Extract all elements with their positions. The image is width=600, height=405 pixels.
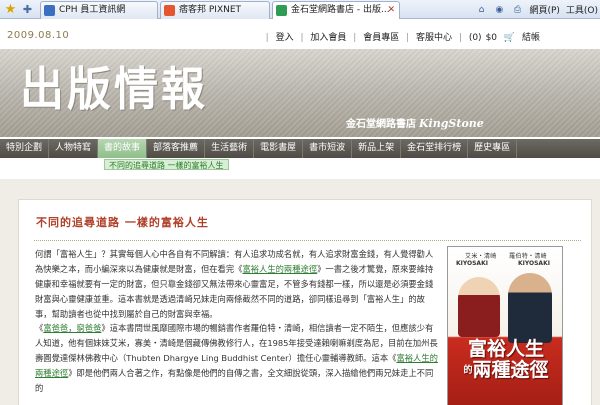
cart-count: (0) bbox=[468, 33, 482, 43]
page-menu[interactable]: 網頁(P) bbox=[529, 3, 559, 16]
book-link-rich-dad[interactable]: 富爸爸，窮爸爸 bbox=[43, 323, 101, 333]
banner: 出版情報 金石堂網路書店 KingStone bbox=[0, 49, 600, 137]
nav-item-life-art[interactable]: 生活藝術 bbox=[205, 139, 255, 158]
browser-tab-3[interactable]: 金石堂網路書店 - 出版... ✕ bbox=[272, 1, 400, 20]
cart-icon[interactable]: 🛒 bbox=[504, 33, 515, 43]
tab-label: 金石堂網路書店 - 出版... bbox=[291, 5, 390, 15]
print-icon[interactable]: ⎙ bbox=[511, 4, 523, 16]
browser-tab-bar: ★ ✚ CPH 員工資訊網 痞客邦 PIXNET 金石堂網路書店 - 出版...… bbox=[0, 0, 600, 20]
date-label: 2009.08.10 bbox=[7, 30, 70, 41]
content-area: 不同的追尋道路 一樣的富裕人生 何謂「富裕人生」？其實每個人心中各自有不同解讀：… bbox=[0, 179, 600, 405]
login-link[interactable]: 登入 bbox=[276, 33, 294, 43]
browser-tab-1[interactable]: CPH 員工資訊網 bbox=[40, 1, 158, 19]
web-page: 2009.08.10 | 登入 | 加入會員 | 會員專區 | 客服中心 | (… bbox=[0, 19, 600, 405]
store-name: 金石堂網路書店 bbox=[346, 119, 416, 130]
favorites-star-icon[interactable]: ★ bbox=[3, 2, 18, 17]
site-favicon-icon bbox=[276, 5, 287, 16]
book-author-right: KIYOSAKI bbox=[518, 260, 550, 267]
site-logo[interactable]: 出版情報 bbox=[20, 51, 208, 118]
article-card: 不同的追尋道路 一樣的富裕人生 何謂「富裕人生」？其實每個人心中各自有不同解讀：… bbox=[18, 199, 592, 405]
close-tab-icon[interactable]: ✕ bbox=[387, 2, 395, 18]
sub-nav-article-link[interactable]: 不同的追尋道路 一樣的富裕人生 bbox=[104, 159, 229, 170]
home-icon[interactable]: ⌂ bbox=[475, 4, 487, 16]
site-favicon-icon bbox=[164, 5, 175, 16]
tab-label: CPH 員工資訊網 bbox=[59, 5, 126, 15]
browser-toolbar: ⌂ ◉ ⎙ 網頁(P) 工具(O) bbox=[475, 2, 598, 17]
paragraph-text: 》即是他們兩人合著之作，有點像是他們的自傳之書，全文細說從頭，深入描繪他們兩兄妹… bbox=[35, 368, 434, 393]
book-cover-title: 富裕人生的兩種途徑 bbox=[454, 339, 558, 382]
cart-amount: $0 bbox=[485, 33, 498, 43]
feed-icon[interactable]: ◉ bbox=[493, 4, 505, 16]
title-divider bbox=[34, 240, 581, 241]
nun-portrait bbox=[458, 277, 500, 337]
cover-title-particle: 的 bbox=[463, 365, 473, 376]
join-link[interactable]: 加入會員 bbox=[310, 33, 346, 43]
nav-item-market-news[interactable]: 書市短波 bbox=[303, 139, 353, 158]
tools-menu[interactable]: 工具(O) bbox=[566, 3, 598, 16]
book-authors: 艾米・清崎 羅伯特・清崎 bbox=[465, 253, 547, 260]
banner-subtitle: 金石堂網路書店 KingStone bbox=[346, 115, 484, 130]
nav-item-ranking[interactable]: 金石堂排行榜 bbox=[401, 139, 469, 158]
nav-item-new-arrivals[interactable]: 新品上架 bbox=[352, 139, 402, 158]
nav-item-history[interactable]: 歷史專區 bbox=[468, 139, 518, 158]
tab-label: 痞客邦 PIXNET bbox=[179, 5, 242, 15]
add-favorites-icon[interactable]: ✚ bbox=[20, 2, 35, 17]
header-links: | 登入 | 加入會員 | 會員專區 | 客服中心 | (0) $0 🛒 結帳 bbox=[265, 33, 540, 43]
member-area-link[interactable]: 會員專區 bbox=[363, 33, 399, 43]
book-cover-image[interactable]: 艾米・清崎 羅伯特・清崎 KIYOSAKI KIYOSAKI 富裕人生的兩種途徑 bbox=[447, 246, 563, 405]
main-nav: 特別企劃 人物特寫 書的故事 部落客推薦 生活藝術 電影書屋 書市短波 新品上架… bbox=[0, 139, 600, 158]
nav-item-people[interactable]: 人物特寫 bbox=[49, 139, 99, 158]
top-strip: 2009.08.10 | 登入 | 加入會員 | 會員專區 | 客服中心 | (… bbox=[0, 25, 600, 47]
book-link[interactable]: 富裕人生的兩種途徑 bbox=[242, 264, 317, 274]
nav-item-movie[interactable]: 電影書屋 bbox=[254, 139, 304, 158]
article-title: 不同的追尋道路 一樣的富裕人生 bbox=[36, 216, 209, 229]
article-paragraph-2: 《富爸爸，窮爸爸》這本書問世風靡國際市場的暢銷書作者羅伯特・清崎，相信讀者一定不… bbox=[35, 323, 438, 393]
nav-item-book-story[interactable]: 書的故事 bbox=[98, 139, 148, 158]
browser-tab-2[interactable]: 痞客邦 PIXNET bbox=[160, 1, 270, 19]
article-paragraph-1: 何謂「富裕人生」？其實每個人心中各自有不同解讀：有人追求功成名就，有人追求財富金… bbox=[35, 247, 439, 322]
checkout-link[interactable]: 結帳 bbox=[522, 33, 540, 43]
book-author-left: KIYOSAKI bbox=[456, 260, 488, 267]
nav-item-special[interactable]: 特別企劃 bbox=[0, 139, 50, 158]
sub-nav: 不同的追尋道路 一樣的富裕人生 bbox=[0, 158, 600, 171]
nav-item-blogger[interactable]: 部落客推薦 bbox=[147, 139, 206, 158]
site-favicon-icon bbox=[44, 5, 55, 16]
brand-name: KingStone bbox=[419, 117, 484, 130]
cover-title-line-2: 兩種途徑 bbox=[472, 359, 549, 381]
cover-title-line-1: 富裕人生 bbox=[467, 338, 544, 360]
service-link[interactable]: 客服中心 bbox=[416, 33, 452, 43]
businessman-portrait bbox=[508, 273, 552, 343]
